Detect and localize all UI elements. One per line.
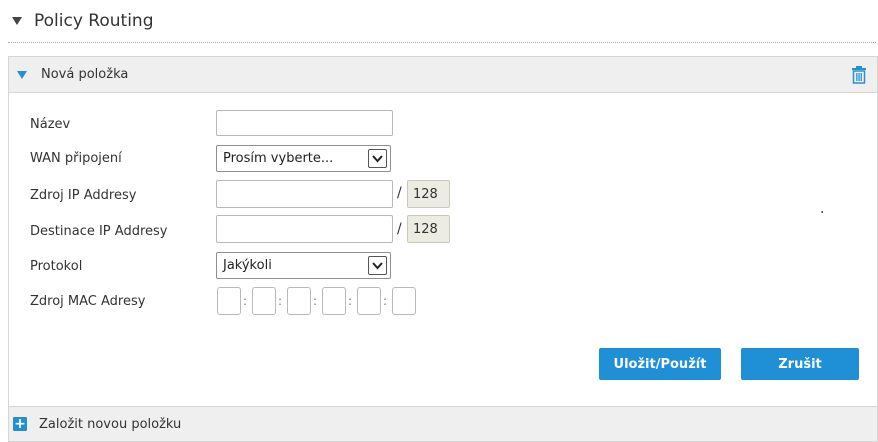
protocol-select[interactable]: Jakýkoli <box>216 252 391 279</box>
entry-panel-header[interactable]: Nová položka <box>9 57 877 93</box>
add-entry-label[interactable]: Založit novou položku <box>39 417 181 432</box>
src-ip-label: Zdroj IP Addresy <box>30 187 137 203</box>
dst-prefix-input[interactable]: 128 <box>407 215 450 243</box>
section-title: Policy Routing <box>34 11 154 31</box>
mac-octet-6[interactable] <box>392 287 416 315</box>
name-label: Název <box>30 116 71 132</box>
mac-separator: : <box>383 294 388 308</box>
src-ip-input[interactable] <box>216 180 393 208</box>
dst-ip-input[interactable] <box>216 215 393 243</box>
section-divider <box>8 42 876 43</box>
protocol-select-value: Jakýkoli <box>223 258 272 273</box>
wan-row: WAN připojení <box>30 145 210 171</box>
mac-octet-3[interactable] <box>287 287 311 315</box>
chevron-down-icon[interactable] <box>368 256 387 275</box>
protocol-label: Protokol <box>30 258 83 274</box>
plus-icon[interactable]: + <box>13 417 27 431</box>
mac-label: Zdroj MAC Adresy <box>30 293 146 309</box>
mac-octet-2[interactable] <box>252 287 276 315</box>
trash-icon[interactable] <box>851 66 867 84</box>
expand-triangle-icon[interactable] <box>17 70 27 79</box>
src-prefix-slash: / <box>397 185 402 201</box>
dst-prefix-slash: / <box>397 221 402 237</box>
wan-select-value: Prosím vyberte... <box>223 151 334 166</box>
mac-octet-1[interactable] <box>217 287 241 315</box>
wan-label: WAN připojení <box>30 150 122 166</box>
name-input[interactable] <box>216 110 393 136</box>
mac-row: Zdroj MAC Adresy <box>30 288 210 314</box>
mac-octet-4[interactable] <box>322 287 346 315</box>
chevron-down-icon[interactable] <box>368 149 387 168</box>
mac-separator: : <box>243 294 248 308</box>
stray-dot: . <box>820 201 825 217</box>
dst-ip-row: Destinace IP Addresy <box>30 218 210 244</box>
src-prefix-input[interactable]: 128 <box>407 180 450 208</box>
protocol-row: Protokol <box>30 253 210 279</box>
add-entry-bar[interactable]: + Založit novou položku <box>8 406 878 442</box>
dst-ip-label: Destinace IP Addresy <box>30 223 168 239</box>
mac-separator: : <box>313 294 318 308</box>
src-ip-row: Zdroj IP Addresy <box>30 182 210 208</box>
name-row: Název <box>30 111 210 137</box>
dst-prefix-value: 128 <box>413 221 438 237</box>
collapse-triangle-icon[interactable] <box>12 17 22 25</box>
mac-octet-5[interactable] <box>357 287 381 315</box>
src-prefix-value: 128 <box>413 186 438 202</box>
mac-separator: : <box>348 294 353 308</box>
wan-select[interactable]: Prosím vyberte... <box>216 145 391 172</box>
entry-title: Nová položka <box>41 67 129 82</box>
section-header[interactable]: Policy Routing <box>12 8 153 34</box>
mac-separator: : <box>278 294 283 308</box>
save-apply-button[interactable]: Uložit/Použít <box>599 348 721 380</box>
cancel-button[interactable]: Zrušit <box>741 348 859 380</box>
